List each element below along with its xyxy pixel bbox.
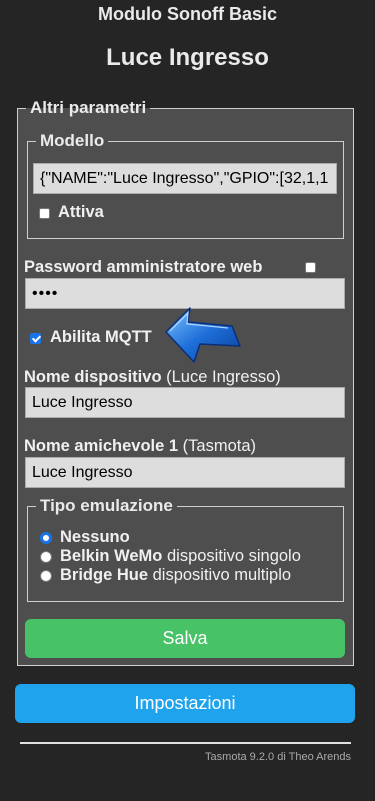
show-password-checkbox[interactable] xyxy=(305,262,316,273)
device-name-input[interactable]: Luce Ingresso xyxy=(25,387,345,418)
emulation-radio-none[interactable] xyxy=(40,532,52,544)
friendly-name-label-text: Nome amichevole 1 xyxy=(24,437,179,455)
device-name-label-text: Nome dispositivo xyxy=(24,368,162,386)
device-name-label: Nome dispositivo (Luce Ingresso) xyxy=(24,368,281,387)
device-name-hint: (Luce Ingresso) xyxy=(166,368,281,386)
activate-label: Attiva xyxy=(58,203,104,221)
emulation-option-hue-bold: Bridge Hue xyxy=(60,566,149,584)
module-title: Modulo Sonoff Basic xyxy=(98,4,277,24)
emulation-option-wemo-rest: dispositivo singolo xyxy=(162,547,301,565)
web-password-label: Password amministratore web xyxy=(24,258,263,276)
emulation-option-hue: Bridge Hue dispositivo multiplo xyxy=(60,566,291,585)
emulation-option-none-bold: Nessuno xyxy=(60,528,130,546)
model-legend: Modello xyxy=(40,131,105,150)
emulation-option-wemo-bold: Belkin WeMo xyxy=(60,547,163,565)
activate-checkbox[interactable] xyxy=(39,208,50,219)
friendly-name-hint: (Tasmota) xyxy=(182,437,257,455)
template-input[interactable]: {"NAME":"Luce Ingresso","GPIO":[32,1,1 xyxy=(33,163,337,194)
friendly-name-input[interactable]: Luce Ingresso xyxy=(25,457,345,488)
footer-divider xyxy=(20,742,351,744)
device-title: Luce Ingresso xyxy=(106,44,269,71)
emulation-radio-wemo[interactable] xyxy=(40,551,52,563)
friendly-name-label: Nome amichevole 1 (Tasmota) xyxy=(24,437,256,456)
settings-button[interactable]: Impostazioni xyxy=(15,684,355,723)
mqtt-checkbox[interactable] xyxy=(30,333,41,344)
emulation-option-hue-rest: dispositivo multiplo xyxy=(148,566,292,584)
emulation-option-wemo: Belkin WeMo dispositivo singolo xyxy=(60,547,301,566)
emulation-radio-hue[interactable] xyxy=(40,570,52,582)
emulation-option-none: Nessuno xyxy=(60,528,130,547)
footer-text: Tasmota 9.2.0 di Theo Arends xyxy=(205,751,351,763)
mouse-pointer-icon xyxy=(165,307,241,363)
other-params-legend: Altri parametri xyxy=(30,98,147,117)
emulation-legend: Tipo emulazione xyxy=(40,496,173,515)
save-button[interactable]: Salva xyxy=(25,619,345,658)
mqtt-label: Abilita MQTT xyxy=(50,328,152,346)
